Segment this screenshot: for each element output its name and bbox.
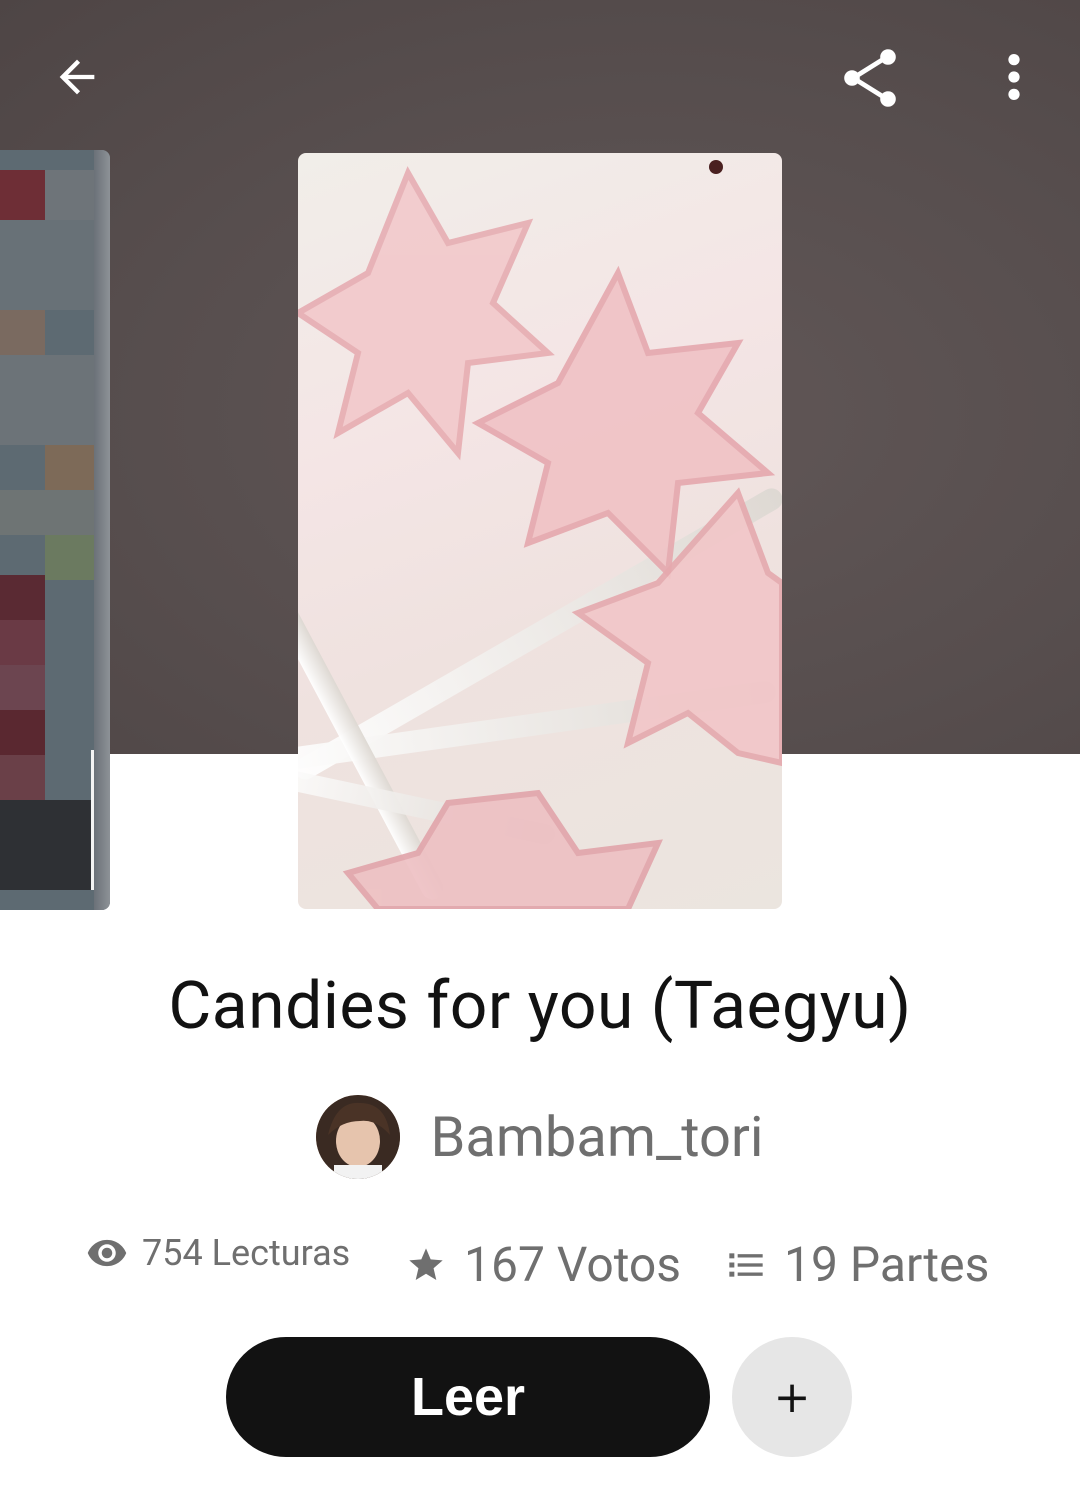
cover-pixel-block — [0, 710, 45, 755]
author-row[interactable]: Bambam_tori — [0, 1094, 1080, 1180]
cover-pixel-block — [45, 445, 95, 490]
cover-pixel-block — [0, 170, 45, 220]
more-options-button[interactable] — [984, 40, 1044, 114]
votes-stat: 167 Votos — [406, 1236, 681, 1293]
pink-star-lollipops-image — [298, 160, 782, 909]
parts-stat: 19 Partes — [726, 1236, 989, 1293]
reads-count: 754 Lecturas — [142, 1232, 351, 1274]
share-button[interactable] — [828, 36, 912, 120]
parts-count: 19 Partes — [784, 1236, 990, 1293]
arrow-back-icon — [59, 59, 95, 95]
share-icon — [844, 49, 896, 107]
add-to-library-button[interactable]: + — [732, 1337, 852, 1457]
author-name[interactable]: Bambam_tori — [430, 1104, 763, 1170]
cover-pixel-block — [0, 490, 95, 535]
cover-pixel-block — [0, 665, 45, 710]
story-stats: 754 Lecturas 167 Votos 19 Partes — [0, 1226, 1080, 1296]
cover-pixel-block — [0, 755, 45, 800]
story-cover-image[interactable] — [298, 153, 782, 909]
reads-stat: 754 Lecturas — [86, 1232, 350, 1274]
story-title: Candies for you (Taegyu) — [168, 968, 912, 1045]
top-app-bar — [0, 0, 1080, 152]
cover-pixel-block — [0, 355, 95, 445]
cover-pixel-block — [0, 220, 95, 310]
cover-line — [91, 750, 94, 890]
cover-pixel-block — [0, 800, 95, 890]
more-vertical-icon — [1008, 54, 1020, 100]
author-avatar[interactable] — [316, 1095, 401, 1179]
back-button[interactable] — [40, 40, 114, 114]
cover-edge — [94, 150, 110, 910]
previous-story-cover[interactable] — [0, 150, 110, 910]
votes-count: 167 Votos — [464, 1236, 682, 1293]
cover-pixel-block — [0, 620, 45, 665]
cover-pixel-block — [45, 535, 95, 580]
star-icon — [409, 1247, 443, 1280]
cover-pixel-block — [45, 170, 95, 220]
list-icon — [729, 1252, 763, 1277]
cover-pixel-block — [0, 575, 45, 620]
read-button[interactable]: Leer — [226, 1337, 710, 1457]
eye-icon — [87, 1239, 127, 1267]
story-details-screen: Candies for you (Taegyu) Bambam_tori 754… — [0, 0, 1080, 1493]
cover-pixel-block — [0, 310, 45, 355]
avatar-image — [316, 1095, 401, 1179]
